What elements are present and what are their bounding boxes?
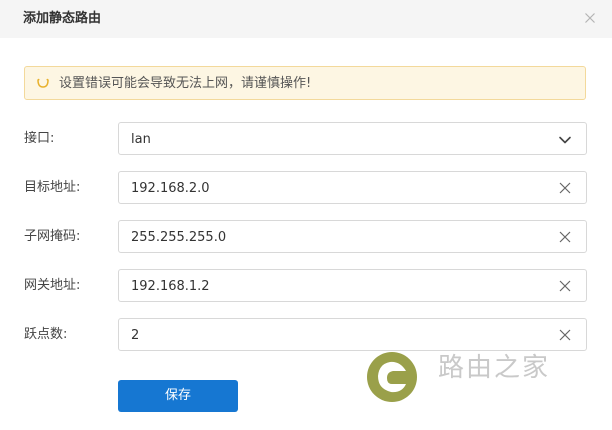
- clear-x-icon[interactable]: [558, 279, 572, 293]
- watermark-text: 路由之家: [438, 353, 551, 383]
- chevron-down-icon: [559, 136, 571, 144]
- warning-text: 设置错误可能会导致无法上网，请谨慎操作!: [59, 76, 312, 91]
- hops-value: 2: [131, 328, 140, 343]
- close-button[interactable]: [582, 10, 598, 26]
- dialog-header: 添加静态路由: [0, 0, 612, 38]
- smile-warning-icon: [37, 78, 49, 88]
- clear-x-icon[interactable]: [558, 230, 572, 244]
- subnet-mask-label: 子网掩码:: [24, 229, 81, 244]
- subnet-mask-input[interactable]: 255.255.255.0: [118, 220, 587, 253]
- warning-banner: 设置错误可能会导致无法上网，请谨慎操作!: [24, 66, 586, 100]
- gateway-input[interactable]: 192.168.1.2: [118, 269, 587, 302]
- gateway-label: 网关地址:: [24, 278, 81, 293]
- gateway-value: 192.168.1.2: [131, 279, 210, 294]
- target-address-value: 192.168.2.0: [131, 181, 210, 196]
- subnet-mask-value: 255.255.255.0: [131, 230, 227, 245]
- hops-label: 跃点数:: [24, 327, 68, 342]
- router-home-logo-icon: [367, 352, 417, 402]
- clear-x-icon[interactable]: [558, 181, 572, 195]
- target-address-label: 目标地址:: [24, 180, 81, 195]
- interface-label: 接口:: [24, 131, 55, 146]
- interface-select[interactable]: lan: [118, 122, 587, 155]
- clear-x-icon[interactable]: [558, 328, 572, 342]
- save-button[interactable]: 保存: [118, 380, 238, 412]
- add-static-route-dialog: 添加静态路由 设置错误可能会导致无法上网，请谨慎操作! 接口: lan 目标地址…: [0, 0, 612, 430]
- watermark: 路由之家: [366, 347, 566, 407]
- dialog-title: 添加静态路由: [23, 11, 102, 26]
- target-address-input[interactable]: 192.168.2.0: [118, 171, 587, 204]
- close-icon: [585, 13, 595, 23]
- interface-value: lan: [131, 132, 151, 147]
